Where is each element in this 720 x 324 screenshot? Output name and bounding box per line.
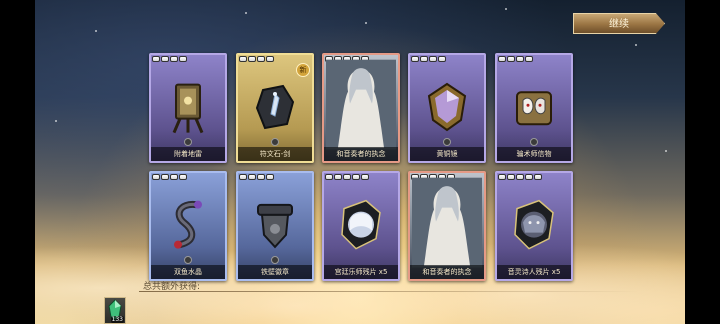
- card-label: 双鱼水晶: [151, 265, 225, 279]
- card-label: 符文石-剑: [238, 147, 312, 161]
- trickster-token-icon: [516, 91, 552, 126]
- star-rating: [239, 56, 274, 62]
- sky-star: [665, 150, 667, 152]
- slot-dot: [443, 138, 451, 146]
- sky-star: [365, 22, 367, 24]
- reward-item-slot[interactable]: 133: [104, 297, 126, 324]
- reward-card-harmony-player-2[interactable]: 和音奏者的执念: [408, 171, 486, 281]
- card-label: 铁壁徽章: [238, 265, 312, 279]
- card-label: 音灵诗人残片 x5: [497, 265, 571, 279]
- sound-spirit-poet-fragment-icon: [514, 199, 554, 250]
- star-rating: [325, 174, 369, 180]
- divider: [139, 291, 639, 292]
- reward-card-rune-stone[interactable]: 新 符文石-剑: [236, 53, 314, 163]
- star-rating: [152, 56, 187, 62]
- reward-screen: 继续 附着地雷 新 符文石-剑 和音奏者的执念 黄铜镜 骗术师信物 双鱼水晶 铁…: [35, 0, 685, 324]
- harmony-player-portrait: [412, 177, 482, 268]
- reward-count: 133: [110, 316, 124, 323]
- sky-star: [95, 30, 97, 32]
- sky-star: [505, 8, 507, 10]
- star-rating: [498, 56, 533, 62]
- pisces-crystal-icon: [174, 200, 202, 249]
- court-musician-fragment-icon: [341, 199, 381, 250]
- star-rating: [498, 174, 542, 180]
- card-label: 宫廷乐师残片 x5: [324, 265, 398, 279]
- reward-card-brass-mirror[interactable]: 黄铜镜: [408, 53, 486, 163]
- slot-dot: [184, 138, 192, 146]
- harmony-player-portrait: [326, 59, 396, 150]
- reward-card-harmony-player[interactable]: 和音奏者的执念: [322, 53, 400, 163]
- rune-stone-sword-icon: [255, 84, 295, 130]
- slot-dot: [271, 256, 279, 264]
- continue-button[interactable]: 继续: [573, 13, 665, 34]
- sky-star: [635, 44, 637, 46]
- reward-card-iron-wall-badge[interactable]: 铁壁徽章: [236, 171, 314, 281]
- reward-card-sound-spirit-poet-fragment[interactable]: 音灵诗人残片 x5: [495, 171, 573, 281]
- slot-dot: [271, 138, 279, 146]
- star-rating: [239, 174, 274, 180]
- slot-dot: [184, 256, 192, 264]
- card-label: 骗术师信物: [497, 147, 571, 161]
- card-label: 附着地雷: [151, 147, 225, 161]
- reward-card-pisces-crystal[interactable]: 双鱼水晶: [149, 171, 227, 281]
- sky-star: [55, 120, 57, 122]
- star-rating: [152, 174, 187, 180]
- reward-card-court-musician-fragment[interactable]: 宫廷乐师残片 x5: [322, 171, 400, 281]
- reward-card-trickster-token[interactable]: 骗术师信物: [495, 53, 573, 163]
- brass-mirror-icon: [427, 82, 467, 132]
- slot-dot: [530, 138, 538, 146]
- card-label: 和音奏者的执念: [324, 147, 398, 161]
- new-badge: 新: [296, 63, 310, 77]
- mine-device-icon: [172, 83, 204, 134]
- reward-card-mine[interactable]: 附着地雷: [149, 53, 227, 163]
- card-label: 和音奏者的执念: [410, 265, 484, 279]
- iron-wall-badge-icon: [257, 203, 293, 249]
- card-label: 黄铜镜: [410, 147, 484, 161]
- star-rating: [411, 56, 446, 62]
- sky-star: [245, 12, 247, 14]
